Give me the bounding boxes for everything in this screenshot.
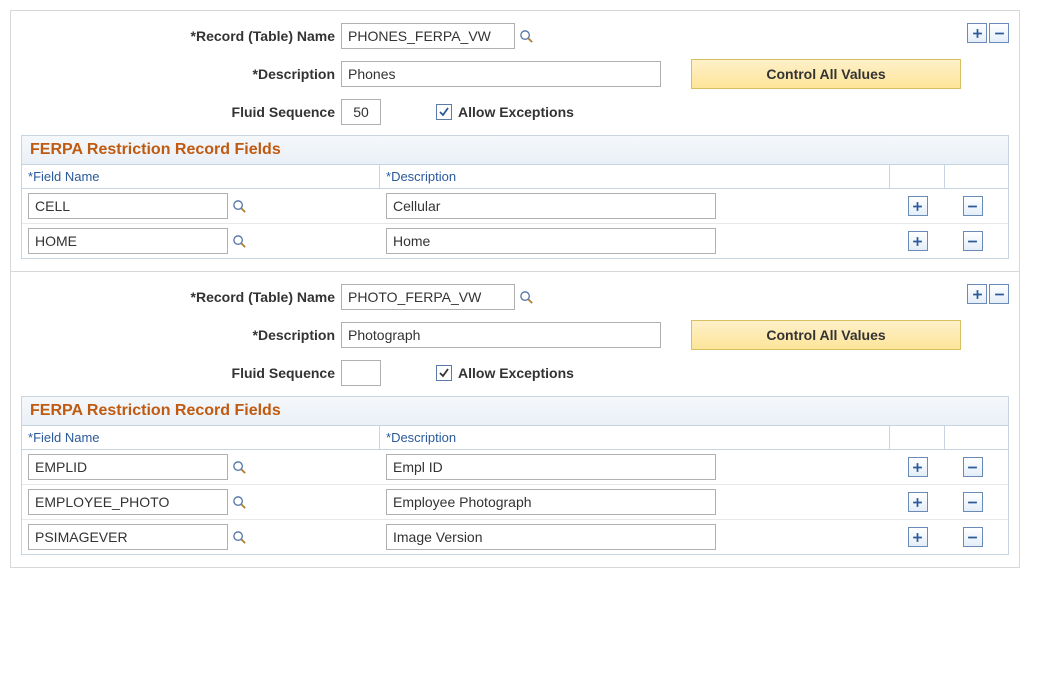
add-section-button[interactable] <box>967 23 987 43</box>
add-row-button[interactable] <box>908 196 928 216</box>
table-row <box>22 485 1008 520</box>
delete-section-button[interactable] <box>989 23 1009 43</box>
description-input[interactable] <box>341 322 661 348</box>
field-description-input[interactable] <box>386 489 716 515</box>
lookup-icon[interactable] <box>232 495 247 510</box>
record-section-1: *Record (Table) Name *Description Contro… <box>11 271 1019 555</box>
allow-exceptions-label: Allow Exceptions <box>458 365 574 381</box>
fluid-sequence-input[interactable] <box>341 360 381 386</box>
table-row <box>22 189 1008 224</box>
delete-row-button[interactable] <box>963 527 983 547</box>
field-name-input[interactable] <box>28 489 228 515</box>
restriction-fields-grid: FERPA Restriction Record Fields *Field N… <box>21 135 1009 259</box>
lookup-icon[interactable] <box>232 234 247 249</box>
delete-row-button[interactable] <box>963 196 983 216</box>
control-all-values-button[interactable]: Control All Values <box>691 320 961 350</box>
add-row-button[interactable] <box>908 492 928 512</box>
del-col-header <box>945 165 1000 188</box>
table-row <box>22 450 1008 485</box>
add-col-header <box>890 426 945 449</box>
field-name-input[interactable] <box>28 193 228 219</box>
field-name-header[interactable]: *Field Name <box>22 426 380 449</box>
fluid-sequence-input[interactable] <box>341 99 381 125</box>
add-row-button[interactable] <box>908 457 928 477</box>
description-label: *Description <box>21 327 341 343</box>
record-name-input[interactable] <box>341 284 515 310</box>
description-header[interactable]: *Description <box>380 426 890 449</box>
ferpa-container: *Record (Table) Name *Description Contro… <box>10 10 1020 568</box>
field-name-input[interactable] <box>28 454 228 480</box>
lookup-icon[interactable] <box>519 290 534 305</box>
add-row-button[interactable] <box>908 231 928 251</box>
lookup-icon[interactable] <box>519 29 534 44</box>
record-section-0: *Record (Table) Name *Description Contro… <box>11 10 1019 259</box>
field-name-header[interactable]: *Field Name <box>22 165 380 188</box>
del-col-header <box>945 426 1000 449</box>
allow-exceptions-checkbox[interactable] <box>436 104 452 120</box>
delete-section-button[interactable] <box>989 284 1009 304</box>
fluid-sequence-label: Fluid Sequence <box>21 365 341 381</box>
delete-row-button[interactable] <box>963 231 983 251</box>
description-input[interactable] <box>341 61 661 87</box>
add-col-header <box>890 165 945 188</box>
grid-title: FERPA Restriction Record Fields <box>22 136 1008 165</box>
field-description-input[interactable] <box>386 228 716 254</box>
restriction-fields-grid: FERPA Restriction Record Fields *Field N… <box>21 396 1009 555</box>
allow-exceptions-checkbox[interactable] <box>436 365 452 381</box>
field-name-input[interactable] <box>28 524 228 550</box>
delete-row-button[interactable] <box>963 457 983 477</box>
description-header[interactable]: *Description <box>380 165 890 188</box>
add-row-button[interactable] <box>908 527 928 547</box>
field-description-input[interactable] <box>386 524 716 550</box>
field-description-input[interactable] <box>386 193 716 219</box>
record-name-label: *Record (Table) Name <box>21 289 341 305</box>
field-description-input[interactable] <box>386 454 716 480</box>
delete-row-button[interactable] <box>963 492 983 512</box>
lookup-icon[interactable] <box>232 460 247 475</box>
description-label: *Description <box>21 66 341 82</box>
record-name-label: *Record (Table) Name <box>21 28 341 44</box>
add-section-button[interactable] <box>967 284 987 304</box>
grid-title: FERPA Restriction Record Fields <box>22 397 1008 426</box>
lookup-icon[interactable] <box>232 199 247 214</box>
fluid-sequence-label: Fluid Sequence <box>21 104 341 120</box>
field-name-input[interactable] <box>28 228 228 254</box>
allow-exceptions-label: Allow Exceptions <box>458 104 574 120</box>
table-row <box>22 224 1008 258</box>
control-all-values-button[interactable]: Control All Values <box>691 59 961 89</box>
lookup-icon[interactable] <box>232 530 247 545</box>
table-row <box>22 520 1008 554</box>
record-name-input[interactable] <box>341 23 515 49</box>
